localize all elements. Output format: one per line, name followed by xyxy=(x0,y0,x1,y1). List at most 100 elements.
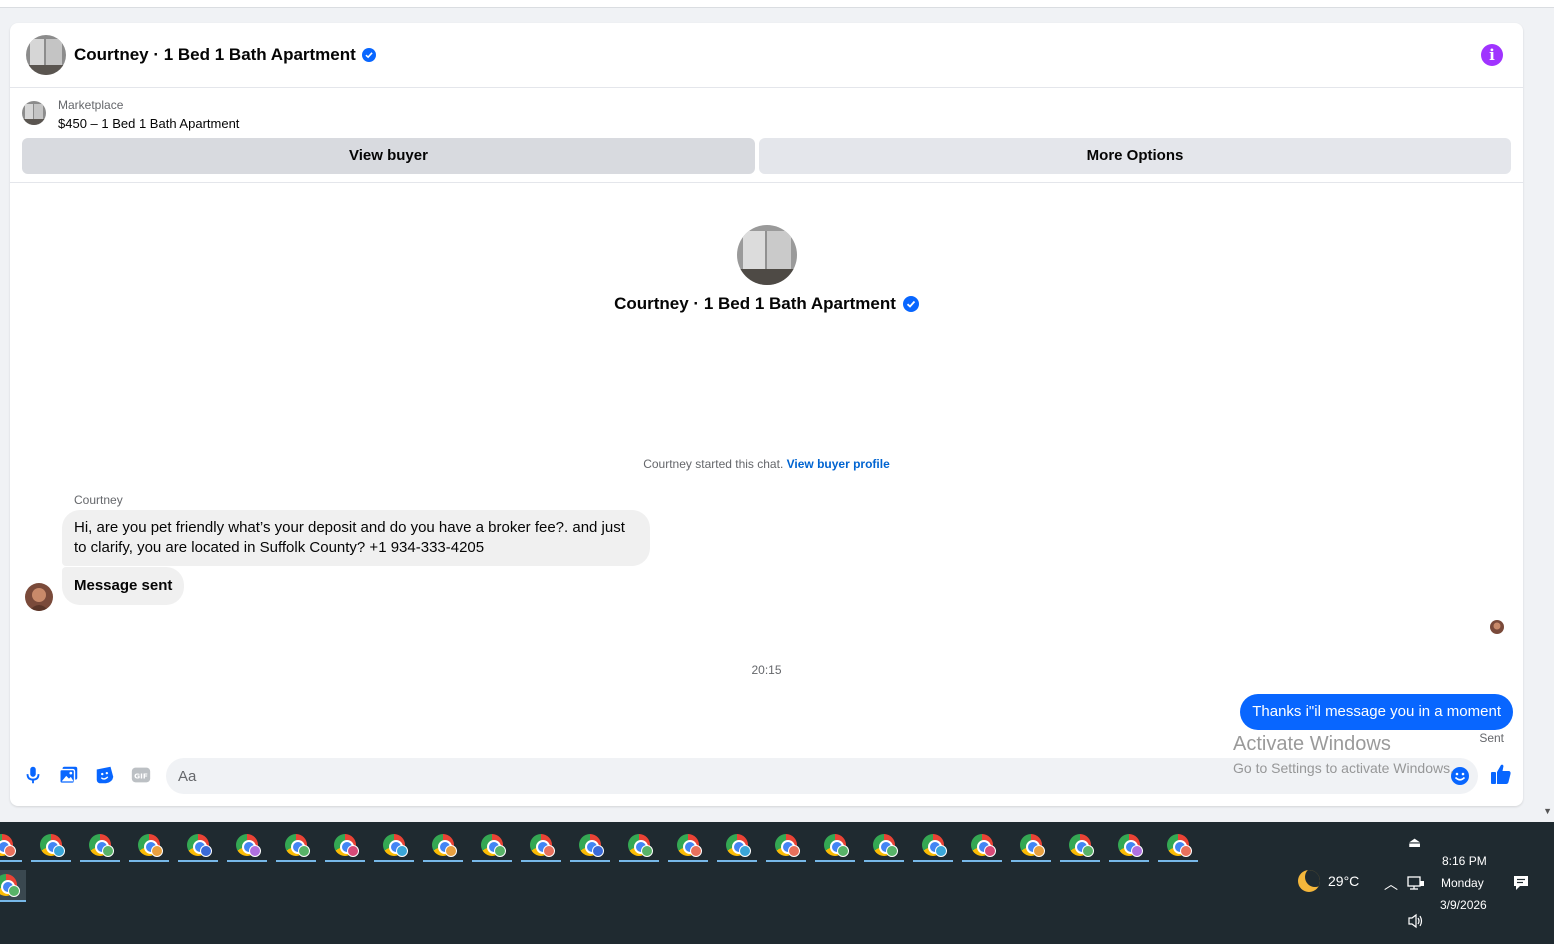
sent-status: Sent xyxy=(1479,731,1504,745)
profile-badge-icon xyxy=(543,845,555,857)
profile-name-text: Courtney · 1 Bed 1 Bath Apartment xyxy=(614,294,896,313)
view-buyer-button[interactable]: View buyer xyxy=(22,138,755,174)
chat-start-text: Courtney started this chat. xyxy=(643,457,784,471)
profile-badge-icon xyxy=(1131,845,1143,857)
profile-badge-icon xyxy=(249,845,261,857)
marketplace-label: Marketplace xyxy=(58,98,124,112)
microphone-icon[interactable] xyxy=(22,764,44,786)
taskbar-chrome-app-active[interactable] xyxy=(0,870,26,902)
svg-text:GIF: GIF xyxy=(134,772,148,781)
clock-time[interactable]: 8:16 PM xyxy=(1442,854,1487,868)
windows-taskbar: ⏏ 29°C ︿ 8:16 PM Monday 3/9/2026 xyxy=(0,822,1554,944)
profile-badge-icon xyxy=(445,845,457,857)
clock-day[interactable]: Monday xyxy=(1441,876,1484,890)
listing-thumbnail[interactable] xyxy=(22,101,46,125)
info-icon[interactable]: i xyxy=(1481,44,1503,66)
profile-badge-icon xyxy=(102,845,114,857)
photo-icon[interactable] xyxy=(58,764,80,786)
profile-badge-icon xyxy=(298,845,310,857)
chat-title[interactable]: Courtney · 1 Bed 1 Bath Apartment xyxy=(74,45,376,65)
like-icon[interactable] xyxy=(1489,762,1513,786)
profile-badge-icon xyxy=(690,845,702,857)
emoji-icon[interactable] xyxy=(1450,766,1470,786)
profile-avatar[interactable] xyxy=(737,225,797,285)
temperature: 29°C xyxy=(1328,873,1360,889)
taskbar-chrome-app[interactable] xyxy=(31,830,71,862)
incoming-message[interactable]: Hi, are you pet friendly what’s your dep… xyxy=(62,510,650,566)
profile-badge-icon xyxy=(886,845,898,857)
listing-title[interactable]: $450 – 1 Bed 1 Bath Apartment xyxy=(58,116,239,131)
profile-badge-icon xyxy=(788,845,800,857)
taskbar-chrome-app[interactable] xyxy=(1109,830,1149,862)
message-input-wrapper xyxy=(166,758,1478,794)
taskbar-chrome-app[interactable] xyxy=(521,830,561,862)
profile-badge-icon xyxy=(396,845,408,857)
profile-badge-icon xyxy=(53,845,65,857)
profile-name: Courtney · 1 Bed 1 Bath Apartment xyxy=(10,294,1523,314)
sender-avatar[interactable] xyxy=(25,583,53,611)
taskbar-chrome-app[interactable] xyxy=(80,830,120,862)
profile-badge-icon xyxy=(1180,845,1192,857)
moon-icon xyxy=(1298,870,1320,892)
profile-badge-icon xyxy=(984,845,996,857)
taskbar-chrome-app[interactable] xyxy=(472,830,512,862)
scroll-down-arrow[interactable]: ▼ xyxy=(1543,806,1552,816)
taskbar-chrome-app[interactable] xyxy=(962,830,1002,862)
taskbar-chrome-app[interactable] xyxy=(227,830,267,862)
taskbar-chrome-app[interactable] xyxy=(1011,830,1051,862)
taskbar-chrome-app[interactable] xyxy=(325,830,365,862)
profile-badge-icon xyxy=(494,845,506,857)
profile-badge-icon xyxy=(641,845,653,857)
taskbar-chrome-app[interactable] xyxy=(864,830,904,862)
read-receipt-avatar xyxy=(1490,620,1504,634)
notification-center-icon[interactable] xyxy=(1512,874,1530,892)
profile-badge-icon xyxy=(837,845,849,857)
gif-icon[interactable]: GIF xyxy=(130,764,152,786)
message-composer: GIF xyxy=(10,754,1523,798)
taskbar-chrome-app[interactable] xyxy=(423,830,463,862)
volume-icon[interactable] xyxy=(1407,913,1425,929)
profile-badge-icon xyxy=(347,845,359,857)
profile-badge-icon xyxy=(935,845,947,857)
message-timestamp: 20:15 xyxy=(751,663,782,677)
chat-header: Courtney · 1 Bed 1 Bath Apartment i xyxy=(10,23,1523,88)
taskbar-chrome-app[interactable] xyxy=(570,830,610,862)
taskbar-chrome-app[interactable] xyxy=(668,830,708,862)
message-input[interactable] xyxy=(166,758,1478,794)
profile-badge-icon xyxy=(4,845,16,857)
incoming-message[interactable]: Message sent xyxy=(62,567,185,605)
taskbar-chrome-app[interactable] xyxy=(766,830,806,862)
taskbar-chrome-app[interactable] xyxy=(913,830,953,862)
verified-badge-icon xyxy=(361,48,376,62)
more-options-button[interactable]: More Options xyxy=(759,138,1511,174)
taskbar-chrome-app[interactable] xyxy=(374,830,414,862)
profile-badge-icon xyxy=(1033,845,1045,857)
sticker-icon[interactable] xyxy=(94,764,116,786)
network-icon[interactable] xyxy=(1407,875,1425,891)
profile-badge-icon xyxy=(151,845,163,857)
taskbar-chrome-app[interactable] xyxy=(1060,830,1100,862)
taskbar-chrome-app[interactable] xyxy=(717,830,757,862)
weather-widget[interactable]: 29°C xyxy=(1298,870,1359,892)
listing-avatar[interactable] xyxy=(26,35,66,75)
view-buyer-profile-link[interactable]: View buyer profile xyxy=(787,457,890,471)
taskbar-chrome-app[interactable] xyxy=(276,830,316,862)
taskbar-chrome-app[interactable] xyxy=(619,830,659,862)
meet-now-icon[interactable]: ⏏ xyxy=(1408,834,1421,851)
clock-date[interactable]: 3/9/2026 xyxy=(1440,898,1487,912)
profile-badge-icon xyxy=(200,845,212,857)
profile-badge-icon xyxy=(739,845,751,857)
marketplace-panel: Marketplace $450 – 1 Bed 1 Bath Apartmen… xyxy=(10,88,1523,183)
browser-top-edge xyxy=(0,0,1554,8)
taskbar-chrome-app[interactable] xyxy=(178,830,218,862)
outgoing-message[interactable]: Thanks i"il message you in a moment xyxy=(1240,694,1513,730)
chat-title-text: Courtney · 1 Bed 1 Bath Apartment xyxy=(74,45,356,64)
taskbar-chrome-app[interactable] xyxy=(1158,830,1198,862)
taskbar-chrome-app[interactable] xyxy=(129,830,169,862)
chevron-up-icon[interactable]: ︿ xyxy=(1384,874,1398,894)
taskbar-chrome-app[interactable] xyxy=(815,830,855,862)
taskbar-chrome-app[interactable] xyxy=(0,830,22,862)
profile-badge-icon xyxy=(1082,845,1094,857)
sender-name: Courtney xyxy=(74,493,123,507)
verified-badge-icon xyxy=(902,296,919,312)
